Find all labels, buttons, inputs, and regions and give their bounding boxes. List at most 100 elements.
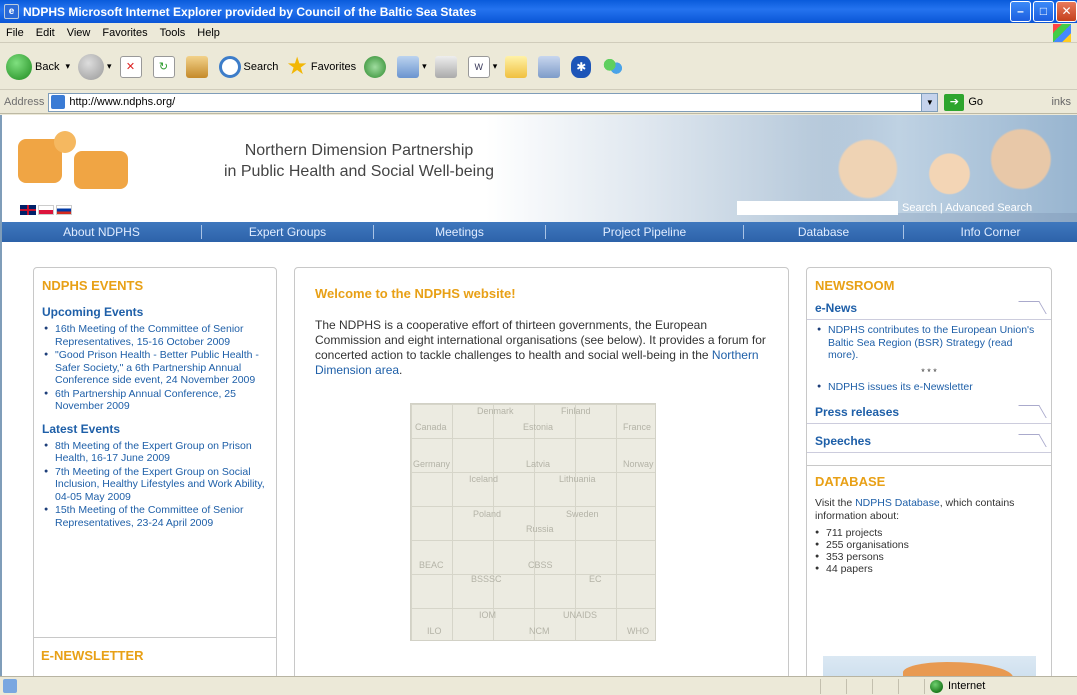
list-item[interactable]: 16th Meeting of the Committee of Senior …: [44, 323, 266, 348]
logo-puzzle-piece: [74, 151, 128, 189]
menu-help[interactable]: Help: [197, 27, 220, 39]
go-button[interactable]: ➔ Go: [944, 93, 984, 111]
welcome-heading: Welcome to the NDPHS website!: [315, 286, 516, 301]
folder-button[interactable]: [505, 55, 530, 78]
poland-flag-icon[interactable]: [38, 205, 54, 215]
address-dropdown-icon[interactable]: ▼: [921, 93, 938, 111]
list-item[interactable]: NDPHS contributes to the European Union'…: [817, 324, 1041, 362]
list-item[interactable]: 7th Meeting of the Expert Group on Socia…: [44, 466, 266, 504]
print-button[interactable]: [434, 55, 460, 78]
newsroom-panel: NEWSROOM e-News NDPHS contributes to the…: [806, 267, 1052, 676]
page-status-icon: [3, 679, 17, 693]
history-button[interactable]: [364, 55, 389, 78]
go-arrow-icon: ➔: [944, 93, 965, 111]
puzzle-label: Denmark: [477, 406, 514, 416]
bluetooth-button[interactable]: ✱: [571, 55, 594, 78]
family-photo: [822, 115, 1077, 213]
history-icon: [364, 55, 387, 78]
address-input[interactable]: http://www.ndphs.org/ ▼: [48, 92, 939, 112]
advanced-search-link[interactable]: Advanced Search: [945, 202, 1032, 214]
latest-events-title[interactable]: Latest Events: [34, 414, 276, 440]
enewsletter-panel: E-NEWSLETTER: [33, 637, 277, 676]
nav-info-corner[interactable]: Info Corner: [904, 225, 1077, 239]
press-releases-heading[interactable]: Press releases: [807, 401, 1051, 424]
status-divider: [820, 679, 821, 694]
nav-project-pipeline[interactable]: Project Pipeline: [546, 225, 744, 239]
main-nav: About NDPHS Expert Groups Meetings Proje…: [2, 222, 1077, 242]
forward-button[interactable]: ▾: [78, 53, 112, 80]
uk-flag-icon[interactable]: [20, 205, 36, 215]
back-dropdown-icon[interactable]: ▾: [65, 61, 70, 72]
window-title: NDPHS Microsoft Internet Explorer provid…: [23, 4, 477, 19]
research-icon: [538, 55, 561, 78]
puzzle-label: CBSS: [528, 560, 553, 570]
puzzle-label: Canada: [415, 422, 447, 432]
maximize-button[interactable]: □: [1033, 1, 1054, 22]
window-titlebar[interactable]: e NDPHS Microsoft Internet Explorer prov…: [0, 0, 1077, 23]
site-search-input[interactable]: [737, 201, 898, 215]
ndphs-logo[interactable]: [18, 131, 134, 195]
nav-database[interactable]: Database: [744, 225, 904, 239]
database-text-part1: Visit the: [815, 497, 856, 509]
browser-toolbar: Back ▾ ▾ ✕ ↻ Search ★ Favorites ▾ W ▾ ✱: [0, 44, 1077, 90]
stop-button[interactable]: ✕: [119, 55, 145, 78]
refresh-button[interactable]: ↻: [152, 55, 178, 78]
list-item[interactable]: 15th Meeting of the Committee of Senior …: [44, 504, 266, 529]
windows-logo-icon: [1053, 24, 1071, 42]
puzzle-label: Finland: [561, 406, 591, 416]
intro-text-part2: .: [399, 363, 403, 377]
speeches-heading[interactable]: Speeches: [807, 430, 1051, 453]
edit-button[interactable]: W ▾: [467, 55, 498, 78]
list-item[interactable]: NDPHS issues its e-Newsletter: [817, 381, 1041, 394]
menu-tools[interactable]: Tools: [160, 27, 186, 39]
nav-meetings[interactable]: Meetings: [374, 225, 546, 239]
status-divider: [924, 679, 925, 694]
go-label: Go: [968, 96, 984, 108]
back-arrow-icon: [6, 53, 32, 80]
window-controls: – □ ✕: [1010, 1, 1077, 22]
edit-dropdown-icon[interactable]: ▾: [493, 61, 498, 72]
nav-expert-groups[interactable]: Expert Groups: [202, 225, 374, 239]
home-icon: [185, 55, 208, 78]
nav-about[interactable]: About NDPHS: [2, 225, 202, 239]
list-item[interactable]: 6th Partnership Annual Conference, 25 No…: [44, 388, 266, 413]
research-button[interactable]: [538, 55, 563, 78]
list-item[interactable]: "Good Prison Health - Better Public Heal…: [44, 349, 266, 387]
home-button[interactable]: [185, 55, 211, 78]
links-label[interactable]: inks: [1051, 96, 1071, 108]
search-link[interactable]: Search: [902, 202, 937, 214]
back-button[interactable]: Back ▾: [6, 53, 70, 80]
mail-icon: [397, 55, 420, 78]
database-link[interactable]: NDPHS Database: [855, 497, 940, 509]
messenger-button[interactable]: [602, 55, 627, 78]
refresh-icon: ↻: [152, 55, 175, 78]
close-button[interactable]: ✕: [1056, 1, 1077, 22]
menu-view[interactable]: View: [67, 27, 91, 39]
favorites-button[interactable]: ★ Favorites: [286, 52, 356, 81]
minimize-button[interactable]: –: [1010, 1, 1031, 22]
menu-bar: File Edit View Favorites Tools Help: [0, 23, 1077, 43]
mail-dropdown-icon[interactable]: ▾: [422, 61, 427, 72]
menu-favorites[interactable]: Favorites: [102, 27, 147, 39]
address-bar: Address http://www.ndphs.org/ ▼ ➔ Go ink…: [0, 91, 1077, 114]
members-puzzle[interactable]: Canada Denmark Estonia Finland France Ge…: [410, 403, 656, 641]
address-url: http://www.ndphs.org/: [69, 96, 176, 108]
list-item[interactable]: 8th Meeting of the Expert Group on Priso…: [44, 440, 266, 465]
puzzle-label: Germany: [413, 459, 451, 469]
region-map[interactable]: [823, 656, 1036, 676]
russia-flag-icon[interactable]: [56, 205, 72, 215]
mail-button[interactable]: ▾: [397, 55, 427, 78]
enews-heading[interactable]: e-News: [807, 297, 1051, 320]
upcoming-events-title[interactable]: Upcoming Events: [34, 297, 276, 323]
puzzle-label: France: [623, 422, 652, 432]
address-label: Address: [4, 96, 45, 108]
forward-dropdown-icon[interactable]: ▾: [107, 61, 112, 72]
events-title: NDPHS EVENTS: [42, 278, 144, 293]
list-item: 255 organisations: [815, 539, 1043, 551]
page-viewport: Northern Dimension Partnership in Public…: [0, 115, 1077, 676]
search-icon: [218, 55, 241, 78]
menu-edit[interactable]: Edit: [36, 27, 55, 39]
search-button[interactable]: Search: [218, 55, 278, 78]
menu-file[interactable]: File: [6, 27, 24, 39]
database-title: DATABASE: [815, 474, 886, 489]
